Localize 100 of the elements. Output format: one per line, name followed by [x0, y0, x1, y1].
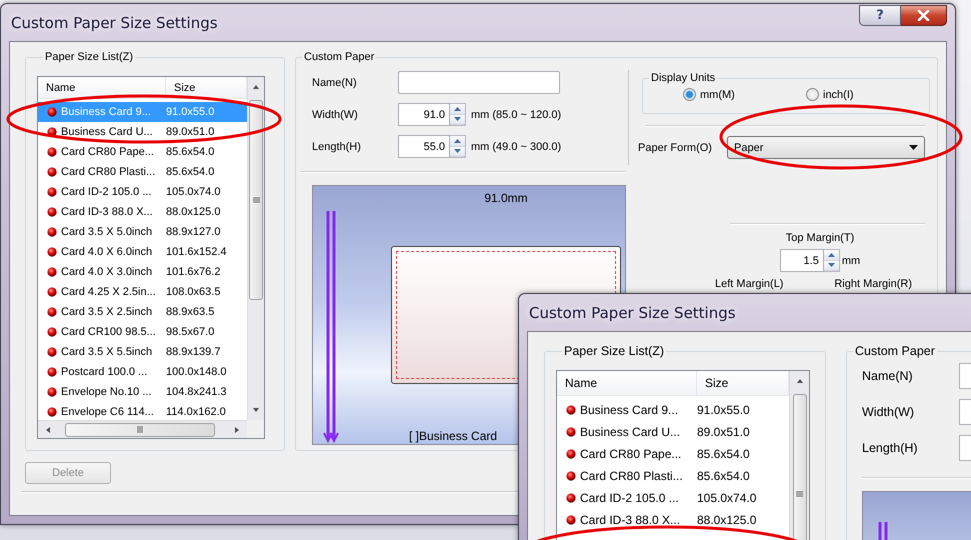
list-cell: Card 3.5 X 2.5inch — [61, 306, 152, 318]
number-field[interactable]: 1.5 — [780, 249, 824, 272]
radio-indicator[interactable] — [683, 88, 696, 101]
vertical-scrollbar[interactable] — [247, 77, 264, 420]
list-row[interactable]: Card 3.5 X 5.0inch 88.9x127.0 — [38, 222, 247, 242]
bullet-icon — [47, 407, 57, 417]
list-row[interactable]: Card CR80 Plasti... 85.6x54.0 — [557, 465, 789, 487]
spin-up-button[interactable] — [824, 250, 839, 260]
list-row[interactable]: Card ID-3 88.0 X... 88.0x125.0 — [38, 202, 247, 222]
range-hint: mm (49.0 ~ 300.0) — [471, 140, 562, 152]
column-header[interactable]: Name — [557, 371, 697, 396]
radio-option[interactable]: mm(M) — [683, 88, 806, 101]
bullet-icon — [47, 207, 57, 217]
radio-option[interactable]: inch(I) — [806, 88, 929, 101]
scrollbar-thumb[interactable] — [65, 422, 215, 436]
list-cell-text: 85.6x54.0 — [166, 146, 216, 158]
bullet-icon — [47, 267, 57, 277]
list-cell: Card CR80 Plasti... — [61, 166, 156, 178]
scroll-down-arrow-icon[interactable] — [252, 406, 260, 414]
spin-buttons[interactable] — [824, 249, 840, 272]
bullet-icon — [47, 187, 57, 197]
list-cell-text: 91.0x55.0 — [697, 403, 751, 417]
list-row[interactable]: Business Card U... 89.0x51.0 — [38, 122, 247, 142]
list-row[interactable]: Card 4.25 X 2.5in... 108.0x63.5 — [38, 282, 247, 302]
list-row[interactable]: Postcard 100.0 ... 100.0x148.0 — [38, 362, 247, 382]
list-cell: Card CR80 Pape... — [61, 146, 154, 158]
bullet-icon — [47, 167, 57, 177]
field-label: Right Margin(R) — [834, 278, 912, 290]
list-cell-text: 85.6x54.0 — [697, 447, 751, 461]
list-row[interactable]: Card ID-3 88.0 X... 88.0x125.0 — [557, 509, 789, 531]
close-button[interactable] — [901, 5, 947, 26]
caret-icon — [909, 145, 918, 150]
preview-caption: [ ]Business Card — [409, 429, 498, 443]
bullet-icon — [566, 405, 576, 415]
bullet-icon — [566, 493, 576, 503]
scrollbar-thumb[interactable] — [249, 100, 263, 300]
list-row[interactable]: Card 4.0 X 6.0inch 101.6x152.4 — [38, 242, 247, 262]
scroll-up-arrow-icon[interactable] — [796, 377, 804, 385]
list-cell-text: 105.0x74.0 — [697, 491, 758, 505]
list-row[interactable]: Card 3.5 X 2.5inch 88.9x63.5 — [38, 302, 247, 322]
list-row[interactable]: Business Card 9... 91.0x55.0 — [557, 399, 789, 421]
spin-up-button[interactable] — [450, 136, 465, 146]
field-label: Top Margin(T) — [786, 232, 854, 244]
list-cell-text: 89.0x51.0 — [166, 126, 216, 138]
width-label: 91.0mm — [484, 191, 528, 205]
list-cell: Envelope No.10 ... — [61, 386, 152, 398]
name-field[interactable] — [398, 71, 560, 94]
column-header[interactable]: Name — [38, 77, 166, 99]
list-cell: Card ID-3 88.0 X... — [580, 513, 680, 527]
list-row[interactable]: Card CR80 Pape... 85.6x54.0 — [38, 142, 247, 162]
list-cell-text: 101.6x76.2 — [166, 266, 222, 278]
spin-buttons[interactable] — [450, 135, 466, 158]
scrollbar-thumb[interactable] — [792, 394, 806, 540]
field-label: Paper Form(O) — [638, 142, 713, 154]
number-field[interactable]: 55.0 — [398, 135, 450, 158]
list-row[interactable]: Card ID-2 105.0 ... 105.0x74.0 — [557, 487, 789, 509]
list-cell: Card CR100 98.5... — [61, 326, 156, 338]
spin-buttons[interactable] — [450, 103, 466, 126]
list-row[interactable]: Card ID-2 105.0 ... 105.0x74.0 — [38, 182, 247, 202]
list-cell-text: 100.0x148.0 — [166, 366, 228, 378]
grip-icon — [252, 196, 260, 204]
list-cell: Card ID-2 105.0 ... — [61, 186, 152, 198]
dropdown[interactable]: Paper — [727, 136, 925, 159]
field-label: Width(W) — [862, 405, 916, 419]
list-cell: Card CR80 Pape... — [580, 447, 682, 461]
bullet-icon — [47, 147, 57, 157]
list-cell-text: 98.5x67.0 — [166, 326, 216, 338]
list-row[interactable]: Card CR80 Pape... 85.6x54.0 — [557, 443, 789, 465]
list-row[interactable]: Card CR80 Plasti... 85.6x54.0 — [38, 162, 247, 182]
list-row[interactable]: Card 3.5 X 5.5inch 88.9x139.7 — [38, 342, 247, 362]
list-row[interactable]: Card 4.0 X 3.0inch 101.6x76.2 — [38, 262, 247, 282]
list-box[interactable] — [37, 76, 265, 439]
scroll-up-arrow-icon[interactable] — [252, 83, 260, 91]
scroll-right-arrow-icon[interactable] — [233, 426, 241, 434]
list-cell: Card 3.5 X 5.0inch — [61, 226, 152, 238]
list-row[interactable]: Card CR100 98.5... 98.5x67.0 — [38, 322, 247, 342]
bullet-icon — [47, 287, 57, 297]
spin-down-button[interactable] — [450, 146, 465, 157]
bullet-icon — [47, 127, 57, 137]
scroll-left-arrow-icon[interactable] — [44, 426, 52, 434]
radio-indicator[interactable] — [806, 88, 819, 101]
list-row[interactable]: Business Card U... 89.0x51.0 — [557, 421, 789, 443]
vertical-scrollbar[interactable] — [789, 371, 809, 540]
up-arrow-icon — [828, 252, 835, 257]
list-box[interactable]: Name Size Business Card 9... 91.0x55.0 Business Card U... 89.0x51.0 Card CR80 Pape... 85.6x54.0 Card CR80 Plasti... 85.6x54.0 Card ID-2 105.0 ... 105.0x74.0 Card ID-3 88.0 X... 88.0x125.0 — [556, 370, 810, 540]
number-field[interactable]: 91.0 — [398, 103, 450, 126]
list-row[interactable]: Envelope No.10 ... 104.8x241.3 — [38, 382, 247, 402]
bullet-icon — [47, 247, 57, 257]
spin-down-button[interactable] — [450, 114, 465, 125]
spin-up-button[interactable] — [450, 104, 465, 114]
horizontal-scrollbar[interactable] — [38, 420, 247, 438]
field-label: Name(N) — [312, 76, 358, 88]
up-arrow-icon — [454, 138, 461, 143]
field-label: Left Margin(L) — [715, 278, 784, 290]
list-row[interactable]: Envelope C6 114... 114.0x162.0 — [38, 402, 247, 420]
group-label: Custom Paper — [303, 51, 376, 64]
help-button[interactable]: ? — [859, 5, 901, 26]
list-cell-text: 88.9x127.0 — [166, 226, 222, 238]
bullet-icon — [566, 515, 576, 525]
range-hint: mm (85.0 ~ 120.0) — [471, 108, 562, 120]
